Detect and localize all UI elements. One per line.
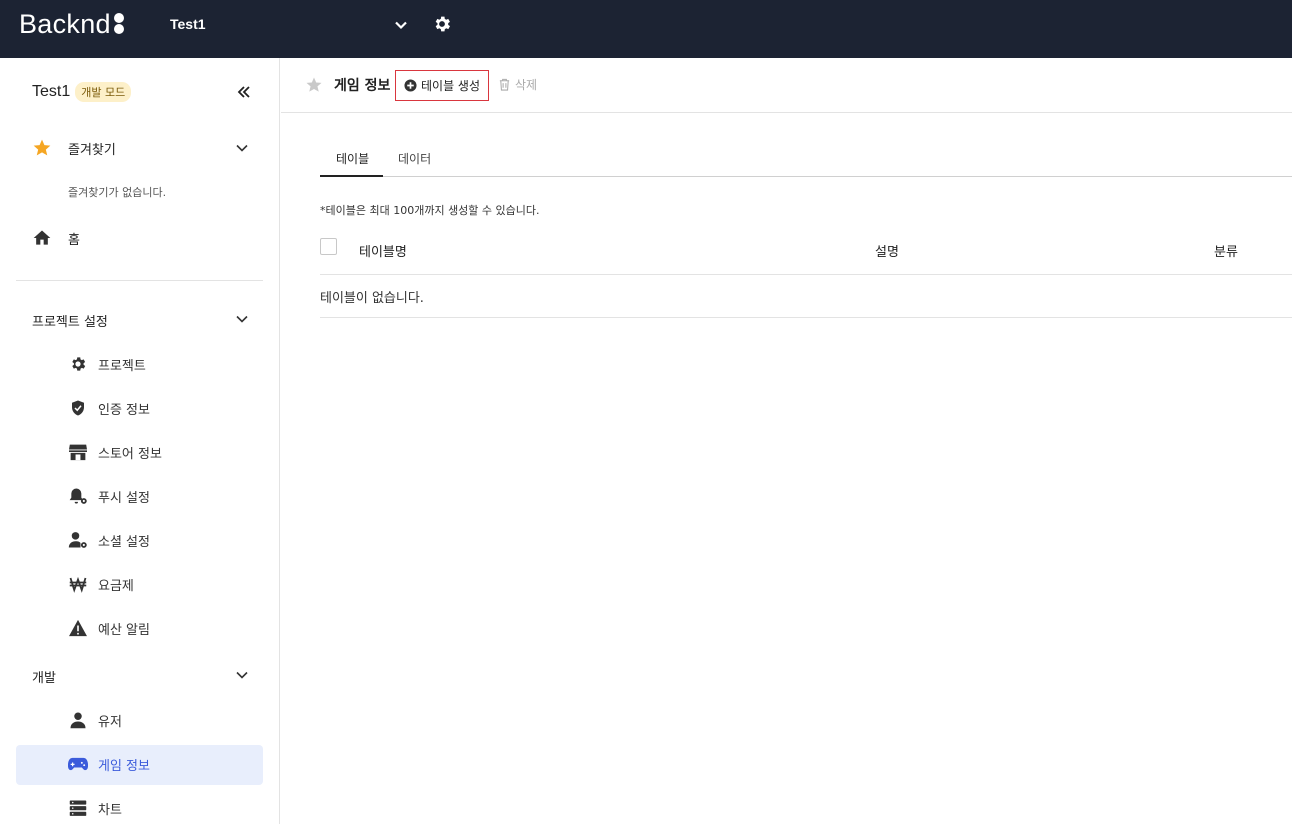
sidebar-item-label: 스토어 정보 [98, 446, 162, 462]
gear-icon [68, 354, 88, 374]
logo-mark-icon [113, 11, 125, 35]
home-icon [32, 228, 52, 248]
bell-gear-icon [68, 486, 88, 506]
column-header-table-name[interactable]: 테이블명 [359, 241, 407, 260]
project-selector[interactable]: Test1 [170, 16, 412, 42]
sidebar-item-label: 예산 알림 [98, 622, 150, 638]
sidebar-section-dev[interactable]: 개발 [32, 667, 56, 686]
active-tab-indicator [320, 175, 383, 177]
sidebar-item-user[interactable]: 유저 [68, 710, 122, 730]
sidebar-project-name: Test1 [32, 83, 71, 100]
sidebar-item-budget-alert[interactable]: 예산 알림 [68, 618, 150, 638]
sidebar-item-store-info[interactable]: 스토어 정보 [68, 442, 162, 462]
create-table-button[interactable]: 테이블 생성 [395, 70, 489, 101]
mode-badge: 개발 모드 [75, 82, 132, 102]
sidebar-divider [16, 280, 263, 281]
column-header-description[interactable]: 설명 [875, 241, 899, 260]
trash-icon [499, 78, 510, 91]
sidebar-item-label: 요금제 [98, 578, 134, 594]
create-table-label: 테이블 생성 [420, 79, 480, 93]
page-title: 게임 정보 [334, 78, 391, 94]
sidebar-item-label: 유저 [98, 714, 122, 730]
sidebar-item-label: 차트 [98, 802, 122, 818]
top-navbar: Backnd Test1 [0, 0, 1292, 58]
settings-gear-icon[interactable] [432, 14, 452, 34]
delete-label: 삭제 [515, 78, 538, 92]
server-icon [68, 798, 88, 818]
sidebar-item-game-info[interactable]: 게임 정보 [68, 754, 150, 774]
tab-table[interactable]: 테이블 [336, 150, 369, 167]
star-icon [32, 138, 52, 158]
sidebar-item-label: 홈 [68, 232, 80, 248]
table-empty-row: 테이블이 없습니다. [320, 275, 1292, 318]
sidebar-item-label: 프로젝트 [98, 358, 146, 374]
shield-check-icon [68, 398, 88, 418]
sidebar-item-home[interactable]: 홈 [32, 228, 80, 248]
favorites-empty-text: 즐겨찾기가 없습니다. [68, 186, 167, 199]
sidebar-item-project[interactable]: 프로젝트 [68, 354, 146, 374]
backnd-logo[interactable]: Backnd [19, 9, 125, 40]
sidebar-item-label: 푸시 설정 [98, 490, 150, 506]
user-icon [68, 710, 88, 730]
chevron-down-icon[interactable] [235, 312, 249, 326]
plus-circle-icon [404, 79, 417, 92]
sidebar-item-label: 인증 정보 [98, 402, 150, 418]
delete-button[interactable]: 삭제 [498, 76, 537, 93]
sidebar-item-pricing[interactable]: 요금제 [68, 574, 134, 594]
favorite-star-icon[interactable] [305, 76, 323, 94]
column-header-category[interactable]: 분류 [1214, 241, 1238, 260]
won-icon [68, 574, 88, 594]
tab-bar: 테이블 데이터 [320, 144, 1292, 177]
store-icon [68, 442, 88, 462]
tab-data[interactable]: 데이터 [398, 150, 431, 167]
chevron-down-icon[interactable] [235, 141, 249, 155]
main-content: 게임 정보 테이블 생성 삭제 테이블 데이터 *테이블은 최대 100개까지 … [281, 58, 1292, 824]
sidebar-item-auth-info[interactable]: 인증 정보 [68, 398, 150, 418]
empty-table-text: 테이블이 없습니다. [320, 291, 424, 306]
sidebar-item-social-settings[interactable]: 소셜 설정 [68, 530, 150, 550]
sidebar-section-project-settings[interactable]: 프로젝트 설정 [32, 311, 108, 330]
sidebar-item-label: 소셜 설정 [98, 534, 150, 550]
sidebar: Test1 개발 모드 즐겨찾기 즐겨찾기가 없습니다. 홈 프로젝트 설정 프… [0, 58, 280, 824]
gamepad-icon [68, 754, 88, 774]
warning-icon [68, 618, 88, 638]
select-all-checkbox[interactable] [320, 238, 337, 255]
sidebar-item-chart[interactable]: 차트 [68, 798, 122, 818]
sidebar-header: Test1 개발 모드 [32, 82, 132, 102]
table-limit-notice: *테이블은 최대 100개까지 생성할 수 있습니다. [320, 204, 540, 217]
sidebar-item-favorites[interactable]: 즐겨찾기 [32, 138, 116, 158]
table-header: 테이블명 설명 분류 [320, 234, 1292, 275]
sidebar-item-label: 게임 정보 [98, 758, 150, 774]
user-gear-icon [68, 530, 88, 550]
page-header: 게임 정보 테이블 생성 삭제 [281, 58, 1292, 113]
sidebar-item-push-settings[interactable]: 푸시 설정 [68, 486, 150, 506]
sidebar-item-label: 즐겨찾기 [68, 142, 116, 158]
collapse-sidebar-icon[interactable] [236, 84, 252, 100]
chevron-down-icon [395, 21, 407, 30]
chevron-down-icon[interactable] [235, 668, 249, 682]
project-selector-label: Test1 [170, 16, 206, 32]
logo-text: Backnd [19, 9, 111, 39]
